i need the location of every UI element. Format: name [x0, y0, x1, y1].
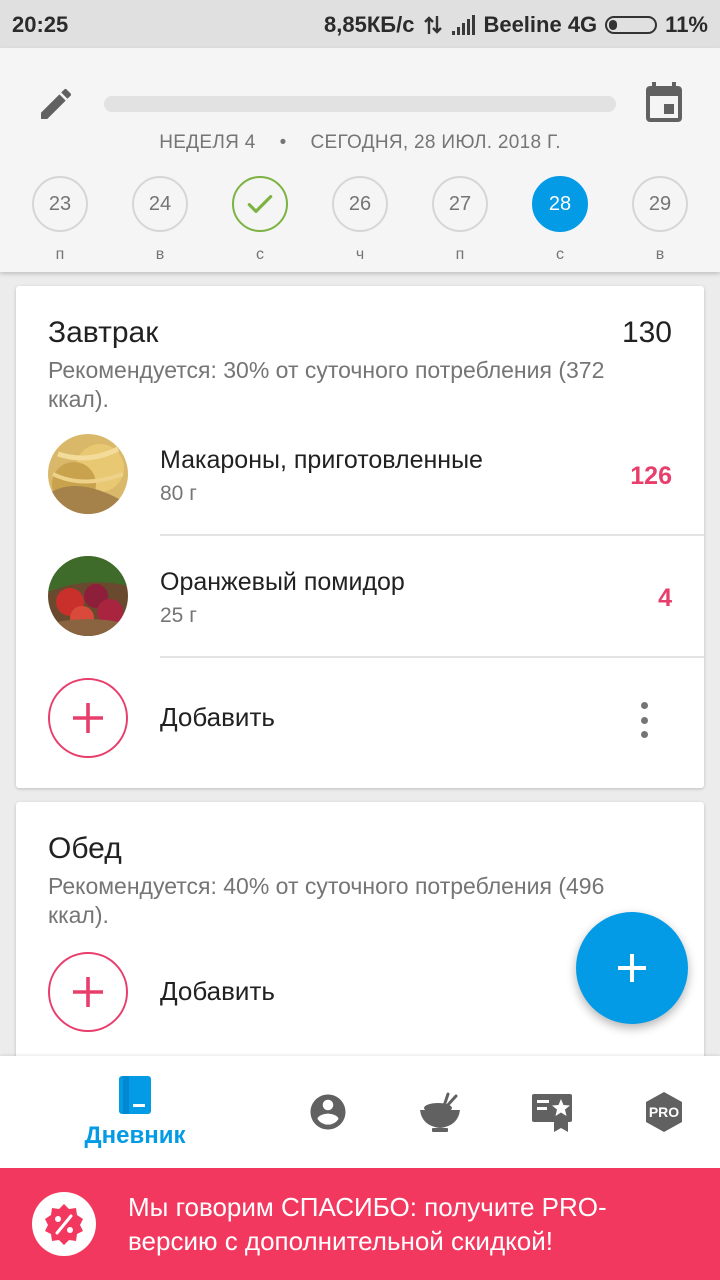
certificate-star-icon [532, 1094, 572, 1132]
pro-badge-label: PRO [648, 1104, 680, 1120]
add-food-label: Добавить [160, 702, 275, 732]
status-right: 8,85КБ/с Beeline 4G 11% [324, 12, 708, 38]
battery-percent: 11% [665, 12, 708, 37]
add-food-label: Добавить [160, 976, 275, 1006]
meal-title: Завтрак [48, 316, 159, 349]
network-speed: 8,85КБ/с [324, 12, 415, 37]
day-23[interactable]: 23 п [30, 176, 90, 264]
item-divider [160, 656, 704, 658]
carrier-label: Beeline 4G [483, 12, 598, 37]
food-item[interactable]: Оранжевый помидор 25 г 4 [16, 536, 704, 658]
meal-title: Обед [48, 832, 122, 865]
meal-total-calories: 130 [621, 316, 672, 349]
day-circle: 29 [632, 176, 688, 232]
day-name: с [256, 246, 264, 263]
day-name: в [155, 246, 165, 263]
week-days: 23 п 24 в с 26 ч 27 п 28 с 29 в [30, 176, 690, 264]
add-food-row[interactable]: Добавить [16, 678, 704, 768]
nav-recipes[interactable] [410, 1056, 470, 1168]
check-icon [247, 195, 273, 213]
edit-icon[interactable] [36, 84, 76, 124]
plus-icon [73, 703, 103, 733]
food-calories: 126 [630, 462, 672, 490]
food-calories: 4 [658, 584, 672, 612]
promo-banner[interactable]: Мы говорим СПАСИБО: получите PRO-версию … [0, 1168, 720, 1280]
day-name: в [655, 246, 665, 263]
more-vert-icon[interactable] [634, 700, 654, 740]
day-26[interactable]: 26 ч [330, 176, 390, 264]
food-quantity: 25 г [160, 604, 197, 627]
plus-icon [618, 954, 646, 982]
separator-dot: • [279, 132, 287, 153]
title-placeholder-bar [104, 96, 616, 112]
diary-header: НЕДЕЛЯ 4 • СЕГОДНЯ, 28 ИЮЛ. 2018 Г. 23 п 2… [0, 48, 720, 272]
food-thumbnail-pasta [48, 434, 128, 514]
battery-icon [605, 16, 658, 34]
food-name: Макароны, приготовленные [160, 446, 483, 474]
discount-icon [32, 1192, 96, 1256]
day-name: с [556, 246, 564, 263]
add-food-button[interactable] [48, 678, 128, 758]
day-name: ч [355, 246, 365, 263]
nav-diary[interactable]: Дневник [60, 1056, 210, 1168]
food-quantity: 80 г [160, 482, 197, 505]
day-circle-today: 28 [532, 176, 588, 232]
signal-icon [452, 15, 476, 35]
today-date: СЕГОДНЯ, 28 ИЮЛ. 2018 Г. [310, 132, 561, 153]
nav-diary-label: Дневник [84, 1122, 186, 1149]
status-time: 20:25 [12, 12, 69, 37]
day-25[interactable]: с [230, 176, 290, 264]
breakfast-card: Завтрак 130 Рекомендуется: 30% от суточн… [16, 286, 704, 788]
status-bar: 20:25 8,85КБ/с Beeline 4G 11% [0, 0, 720, 48]
food-name: Оранжевый помидор [160, 568, 405, 596]
week-label: НЕДЕЛЯ 4 [159, 132, 256, 153]
week-date-line: НЕДЕЛЯ 4 • СЕГОДНЯ, 28 ИЮЛ. 2018 Г. [0, 132, 720, 154]
account-circle-icon [310, 1094, 346, 1130]
day-circle: 24 [132, 176, 188, 232]
day-name: п [55, 246, 65, 263]
nav-pro[interactable]: PRO [634, 1056, 694, 1168]
data-transfer-icon [424, 16, 443, 34]
nav-profile[interactable] [298, 1056, 358, 1168]
add-food-button[interactable] [48, 952, 128, 1032]
day-24[interactable]: 24 в [130, 176, 190, 264]
calendar-icon[interactable] [640, 80, 688, 128]
rice-bowl-icon [420, 1092, 460, 1132]
meal-recommendation: Рекомендуется: 30% от суточного потребле… [48, 357, 605, 412]
diary-icon [119, 1076, 151, 1114]
meal-recommendation: Рекомендуется: 40% от суточного потребле… [48, 873, 605, 928]
day-circle: 26 [332, 176, 388, 232]
add-fab-button[interactable] [576, 912, 688, 1024]
day-circle: 27 [432, 176, 488, 232]
food-item[interactable]: Макароны, приготовленные 80 г 126 [16, 414, 704, 536]
bottom-navigation: Дневник PRO [0, 1056, 720, 1168]
food-thumbnail-vegetables [48, 556, 128, 636]
day-28-today[interactable]: 28 с [530, 176, 590, 264]
plus-icon [73, 977, 103, 1007]
nav-achievements[interactable] [522, 1056, 582, 1168]
day-name: п [455, 246, 465, 263]
day-circle-done [232, 176, 288, 232]
day-circle: 23 [32, 176, 88, 232]
day-29[interactable]: 29 в [630, 176, 690, 264]
day-27[interactable]: 27 п [430, 176, 490, 264]
promo-text: Мы говорим СПАСИБО: получите PRO-версию … [128, 1192, 607, 1256]
